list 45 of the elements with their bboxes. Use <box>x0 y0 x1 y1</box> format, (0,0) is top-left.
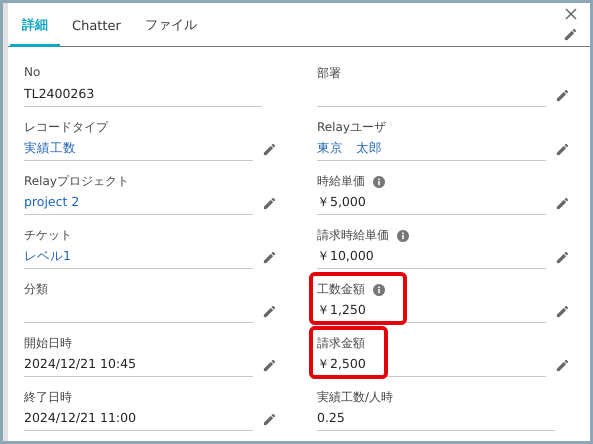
pencil-icon[interactable] <box>555 196 570 211</box>
pencil-icon[interactable] <box>563 27 578 42</box>
pencil-icon[interactable] <box>555 250 570 265</box>
pencil-icon[interactable] <box>555 88 570 103</box>
field-label: 時給単価 <box>317 173 365 190</box>
field-value: 2024/12/21 11:00 <box>24 410 138 427</box>
field-value: 2024/12/21 10:45 <box>24 356 138 373</box>
info-icon <box>373 284 385 296</box>
pencil-icon[interactable] <box>262 250 277 265</box>
tab[interactable]: ファイル <box>132 4 209 47</box>
field-label: 終了日時 <box>24 389 72 406</box>
field-link[interactable]: 実績工数 <box>24 140 253 157</box>
field-link[interactable]: 東京 太郎 <box>317 140 546 157</box>
field-link[interactable]: project 2 <box>24 194 253 211</box>
close-icon[interactable] <box>564 7 578 21</box>
pencil-icon[interactable] <box>262 412 277 427</box>
field-value: ￥10,000 <box>317 248 375 265</box>
field-label: レコードタイプ <box>24 119 108 136</box>
pencil-icon[interactable] <box>555 142 570 157</box>
info-icon <box>373 176 385 188</box>
field-label: 分類 <box>24 281 48 298</box>
pencil-icon[interactable] <box>262 196 277 211</box>
pencil-icon[interactable] <box>262 304 277 319</box>
field-value: ￥2,500 <box>317 356 366 373</box>
field-link[interactable]: レベル1 <box>24 248 253 265</box>
field-label: 請求金額 <box>317 335 365 352</box>
pencil-icon[interactable] <box>262 142 277 157</box>
field-value: ￥5,000 <box>317 194 367 211</box>
field-value: 0.25 <box>317 410 346 427</box>
field-label: 請求時給単価 <box>317 227 389 244</box>
field-label: 開始日時 <box>24 335 72 352</box>
pencil-icon[interactable] <box>555 304 570 319</box>
field-label: Relayユーザ <box>317 119 386 136</box>
info-icon <box>397 230 409 242</box>
pencil-icon[interactable] <box>555 358 570 373</box>
tab[interactable]: Chatter <box>60 4 133 47</box>
field-label: No <box>24 65 40 79</box>
field-label: 工数金額 <box>317 281 365 298</box>
field-label: 部署 <box>317 65 341 82</box>
field-label: 実績工数/人時 <box>317 389 394 406</box>
pencil-icon[interactable] <box>262 358 277 373</box>
field-value: TL2400263 <box>24 86 96 103</box>
field-label: Relayプロジェクト <box>24 173 129 190</box>
field-value: ￥1,250 <box>317 302 367 319</box>
field-label: チケット <box>24 227 72 244</box>
